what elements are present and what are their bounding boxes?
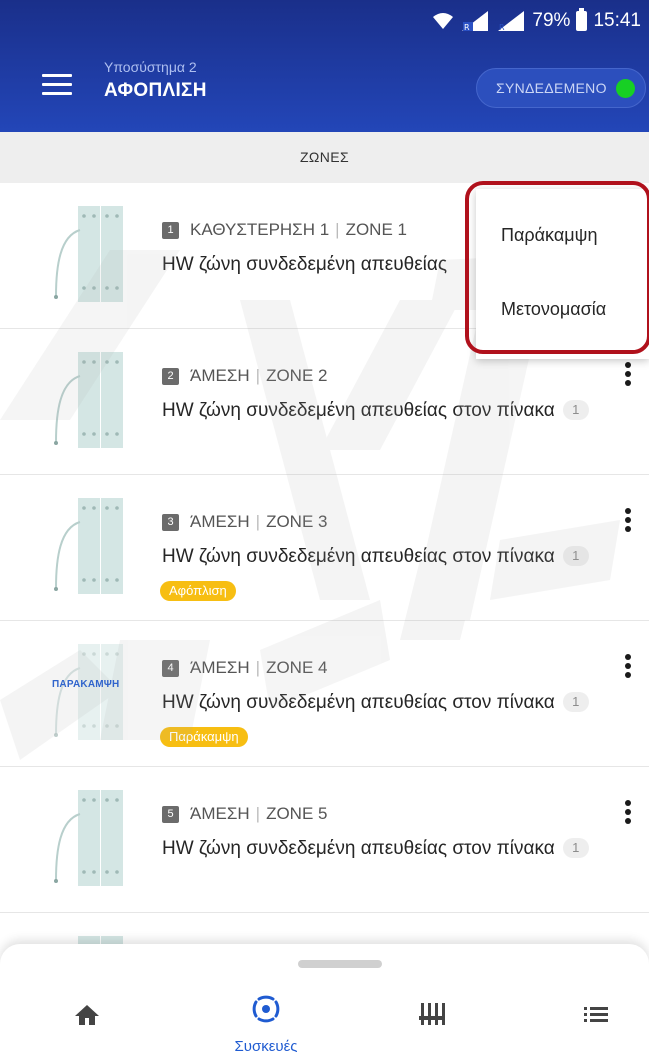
signal-icon: R (462, 11, 489, 32)
zone-name: ZONE 1 (345, 220, 407, 239)
connection-status-dot (616, 79, 635, 98)
header: R R 79% 15:41 Υποσύστημα 2 ΑΦΟΠΛΙΣΗ ΣΥΝΔ… (0, 0, 649, 132)
list-icon[interactable] (584, 1006, 608, 1022)
zone-number-badge: 3 (162, 514, 179, 531)
zone-description: HW ζώνη συνδεδεμένη απευθείας στον πίνακ… (162, 838, 589, 860)
zone-row[interactable]: 5 ΆΜΕΣΗ | ZONE 5 HW ζώνη συνδεδεμένη απευθ… (0, 767, 649, 913)
door-contact-icon (54, 206, 123, 302)
zone-type-label: ΆΜΕΣΗ | ZONE 3 (190, 512, 328, 531)
zone-name: ZONE 3 (266, 512, 328, 531)
zone-row[interactable]: ΠΑΡΑΚΑΜΨΗ 4 ΆΜΕΣΗ | ZONE 4 HW ζώνη συνδεδε… (0, 621, 649, 767)
signal-icon-secondary: R (498, 11, 525, 32)
zone-description: HW ζώνη συνδεδεμένη απευθείας (162, 254, 448, 275)
zone-type: ΆΜΕΣΗ (190, 658, 250, 677)
zone-count-badge: 1 (562, 838, 589, 858)
zone-description: HW ζώνη συνδεδεμένη απευθείας στον πίνακ… (162, 546, 589, 568)
zone-state-badge: Αφόπλιση (160, 581, 236, 601)
zone-description-text: HW ζώνη συνδεδεμένη απευθείας στον πίνακ… (162, 400, 555, 421)
zone-state-badge: Παράκαμψη (160, 727, 248, 747)
menu-highlight-frame (465, 181, 649, 354)
screen: R R 79% 15:41 Υποσύστημα 2 ΑΦΟΠΛΙΣΗ ΣΥΝΔ… (0, 0, 649, 1052)
zone-count-badge: 1 (562, 400, 589, 420)
zone-count-badge: 1 (562, 692, 589, 712)
devices-nav-label[interactable]: Συσκευές (232, 1038, 300, 1052)
zone-count-badge: 1 (562, 546, 589, 566)
zone-name: ZONE 5 (266, 804, 328, 823)
zone-type-label: ΆΜΕΣΗ | ZONE 4 (190, 658, 328, 677)
arm-state-title: ΑΦΟΠΛΙΣΗ (104, 80, 207, 101)
more-options-icon[interactable] (616, 359, 640, 393)
bottom-navigation: Συσκευές (0, 944, 649, 1052)
zone-type: ΆΜΕΣΗ (190, 512, 250, 531)
home-icon[interactable] (74, 1004, 100, 1026)
more-options-icon[interactable] (616, 797, 640, 831)
zone-type: ΚΑΘΥΣΤΕΡΗΣΗ 1 (190, 220, 330, 239)
zone-type: ΆΜΕΣΗ (190, 804, 250, 823)
devices-icon[interactable] (249, 992, 283, 1026)
wifi-icon (433, 13, 454, 29)
zones-tab-header: ΖΩΝΕΣ (0, 132, 649, 183)
connection-status-pill[interactable]: ΣΥΝΔΕΔΕΜΕΝΟ (476, 68, 646, 108)
zone-description-text: HW ζώνη συνδεδεμένη απευθείας στον πίνακ… (162, 692, 555, 713)
svg-text:R: R (499, 23, 505, 32)
door-contact-icon (54, 644, 123, 740)
svg-text:R: R (464, 23, 470, 32)
more-options-icon[interactable] (616, 505, 640, 539)
zone-number-badge: 1 (162, 222, 179, 239)
zone-description-text: HW ζώνη συνδεδεμένη απευθείας στον πίνακ… (162, 546, 555, 567)
door-contact-icon (54, 498, 123, 594)
door-contact-icon (54, 790, 123, 886)
zone-name: ZONE 2 (266, 366, 328, 385)
zone-name: ZONE 4 (266, 658, 328, 677)
door-contact-icon (54, 352, 123, 448)
status-bar: R R 79% 15:41 (0, 0, 649, 44)
bypass-image-label: ΠΑΡΑΚΑΜΨΗ (52, 679, 120, 690)
zone-type: ΆΜΕΣΗ (190, 366, 250, 385)
zone-type-label: ΆΜΕΣΗ | ZONE 2 (190, 366, 328, 385)
zone-type-label: ΚΑΘΥΣΤΕΡΗΣΗ 1 | ZONE 1 (190, 220, 407, 239)
battery-icon (576, 8, 588, 31)
controls-icon[interactable] (419, 1002, 445, 1026)
zone-number-badge: 5 (162, 806, 179, 823)
hamburger-menu-icon[interactable] (42, 74, 72, 100)
zone-description: HW ζώνη συνδεδεμένη απευθείας στον πίνακ… (162, 692, 589, 714)
zone-type-label: ΆΜΕΣΗ | ZONE 5 (190, 804, 328, 823)
connection-status-label: ΣΥΝΔΕΔΕΜΕΝΟ (496, 80, 607, 96)
status-time: 15:41 (593, 10, 641, 31)
zone-number-badge: 2 (162, 368, 179, 385)
zone-row[interactable]: 3 ΆΜΕΣΗ | ZONE 3 HW ζώνη συνδεδεμένη απευθ… (0, 475, 649, 621)
battery-percent: 79% (532, 10, 571, 31)
drag-handle[interactable] (298, 960, 382, 968)
more-options-icon[interactable] (616, 651, 640, 685)
app-bar: Υποσύστημα 2 ΑΦΟΠΛΙΣΗ ΣΥΝΔΕΔΕΜΕΝΟ (0, 44, 649, 132)
zone-description: HW ζώνη συνδεδεμένη απευθείας στον πίνακ… (162, 400, 589, 422)
subsystem-label: Υποσύστημα 2 (104, 59, 197, 75)
zone-number-badge: 4 (162, 660, 179, 677)
status-icons: R R 79% 15:41 (432, 8, 641, 32)
zone-description-text: HW ζώνη συνδεδεμένη απευθείας στον πίνακ… (162, 838, 555, 859)
